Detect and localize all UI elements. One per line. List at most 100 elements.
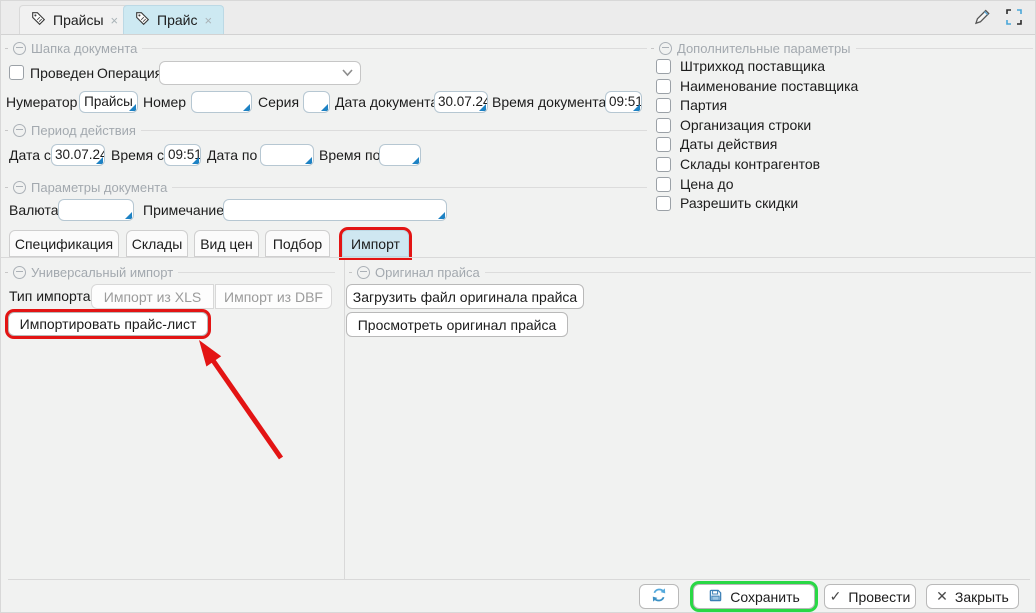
series-label: Серия — [258, 91, 299, 113]
series-field[interactable] — [303, 91, 330, 113]
time-from-label: Время с — [111, 144, 164, 166]
checkbox-row-barcode[interactable]: Штрихкод поставщика — [656, 59, 1034, 74]
tab-import[interactable]: Импорт — [342, 230, 409, 257]
edit-pencil-icon[interactable] — [972, 7, 992, 30]
checkbox[interactable] — [656, 196, 671, 211]
collapse-minus-icon[interactable] — [13, 124, 26, 137]
post-label: Провести — [848, 589, 910, 605]
check-icon: ✓ — [830, 588, 842, 605]
import-dbf-button[interactable]: Импорт из DBF — [215, 284, 332, 309]
date-to-label: Дата по — [207, 144, 257, 166]
tab-price-type[interactable]: Вид цен — [194, 230, 259, 257]
additional-params-list: Штрихкод поставщика Наименование поставщ… — [656, 59, 1034, 216]
checkbox[interactable] — [656, 79, 671, 94]
tab-strip-baseline — [1, 257, 1036, 258]
operation-label: Операция — [97, 61, 162, 85]
time-from-field[interactable]: 09:51 — [164, 144, 201, 166]
app-window: Прайсы × Прайс × — [0, 0, 1036, 613]
checkbox-row-batch[interactable]: Партия — [656, 98, 1034, 113]
numerator-label: Нумератор — [6, 91, 77, 113]
window-tab-label: Прайс — [157, 12, 197, 28]
doc-time-label: Время документа — [492, 91, 606, 113]
checkbox[interactable] — [656, 59, 671, 74]
close-button[interactable]: ✕ Закрыть — [926, 584, 1019, 609]
number-field[interactable] — [191, 91, 252, 113]
close-x-icon: ✕ — [936, 588, 948, 605]
close-icon[interactable]: × — [204, 14, 212, 27]
time-to-label: Время по — [319, 144, 380, 166]
doc-date-field[interactable]: 30.07.24 — [434, 91, 488, 113]
section-title: Универсальный импорт — [31, 265, 173, 280]
import-xls-button[interactable]: Импорт из XLS — [91, 284, 214, 309]
doc-time-field[interactable]: 09:51 — [605, 91, 642, 113]
section-title: Шапка документа — [31, 41, 137, 56]
section-header-original-price: Оригинал прайса — [349, 265, 1031, 279]
footer-divider — [8, 579, 1030, 580]
section-title: Дополнительные параметры — [677, 41, 851, 56]
save-button[interactable]: Сохранить — [693, 584, 815, 609]
currency-field[interactable] — [58, 199, 134, 221]
refresh-icon — [651, 587, 667, 606]
checkbox-row-counterparty-warehouses[interactable]: Склады контрагентов — [656, 157, 1034, 172]
collapse-minus-icon[interactable] — [357, 266, 370, 279]
checkbox-row-validity-dates[interactable]: Даты действия — [656, 137, 1034, 152]
view-original-button[interactable]: Просмотреть оригинал прайса — [346, 312, 568, 337]
collapse-minus-icon[interactable] — [13, 42, 26, 55]
number-label: Номер — [143, 91, 186, 113]
section-header-shapka: Шапка документа — [5, 41, 647, 55]
load-original-file-button[interactable]: Загрузить файл оригинала прайса — [346, 284, 584, 309]
tag-icon — [135, 11, 150, 29]
window-tab-pricelists[interactable]: Прайсы × — [19, 5, 130, 34]
collapse-minus-icon[interactable] — [13, 181, 26, 194]
date-from-label: Дата с — [9, 144, 51, 166]
date-from-field[interactable]: 30.07.24 — [51, 144, 105, 166]
post-button[interactable]: ✓ Провести — [824, 584, 916, 609]
time-to-field[interactable] — [379, 144, 421, 166]
tag-icon — [31, 11, 46, 29]
checkbox-row-allow-discounts[interactable]: Разрешить скидки — [656, 196, 1034, 211]
checkbox[interactable] — [656, 118, 671, 133]
panel-divider — [344, 260, 345, 579]
numerator-field[interactable]: Прайсы — [79, 91, 138, 113]
chevron-down-icon — [342, 69, 353, 77]
annotation-arrow — [186, 333, 296, 468]
section-header-universal-import: Универсальный импорт — [5, 265, 335, 279]
doc-date-label: Дата документа — [335, 91, 438, 113]
window-tab-price[interactable]: Прайс × — [123, 5, 224, 34]
tab-specification[interactable]: Спецификация — [9, 230, 119, 257]
proveden-label: Проведен — [30, 61, 94, 85]
collapse-minus-icon[interactable] — [659, 42, 672, 55]
section-title: Период действия — [31, 123, 136, 138]
checkbox[interactable] — [656, 177, 671, 192]
section-header-period: Период действия — [5, 123, 647, 137]
collapse-minus-icon[interactable] — [13, 266, 26, 279]
expand-fullscreen-icon[interactable] — [1005, 8, 1023, 29]
checkbox[interactable] — [656, 157, 671, 172]
window-tab-bar: Прайсы × Прайс × — [1, 1, 1035, 35]
tab-selection[interactable]: Подбор — [265, 230, 330, 257]
window-tab-label: Прайсы — [53, 12, 104, 28]
section-title: Параметры документа — [31, 180, 167, 195]
section-header-params: Параметры документа — [5, 180, 647, 194]
proveden-checkbox[interactable] — [9, 65, 24, 80]
import-type-label: Тип импорта — [9, 284, 91, 309]
close-label: Закрыть — [955, 589, 1009, 605]
note-label: Примечание — [143, 199, 224, 221]
date-to-field[interactable] — [260, 144, 314, 166]
checkbox[interactable] — [656, 98, 671, 113]
operation-select[interactable] — [159, 61, 361, 85]
checkbox[interactable] — [656, 137, 671, 152]
checkbox-row-row-organization[interactable]: Организация строки — [656, 118, 1034, 133]
note-field[interactable] — [223, 199, 447, 221]
checkbox-row-supplier-name[interactable]: Наименование поставщика — [656, 79, 1034, 94]
save-label: Сохранить — [730, 589, 800, 605]
tab-warehouses[interactable]: Склады — [126, 230, 188, 257]
refresh-button[interactable] — [639, 584, 679, 609]
import-pricelist-button[interactable]: Импортировать прайс-лист — [8, 312, 208, 336]
save-disk-icon — [708, 588, 723, 606]
section-title: Оригинал прайса — [375, 265, 480, 280]
section-header-additional: Дополнительные параметры — [651, 41, 1033, 55]
checkbox-row-price-to[interactable]: Цена до — [656, 177, 1034, 192]
close-icon[interactable]: × — [111, 14, 119, 27]
currency-label: Валюта — [9, 199, 59, 221]
